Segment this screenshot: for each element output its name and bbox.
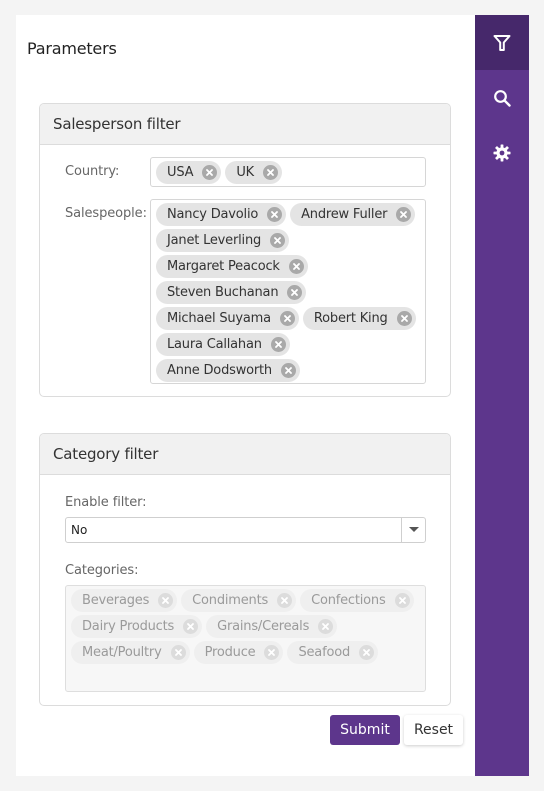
salesperson-filter-header: Salesperson filter (40, 104, 450, 145)
tag: Michael Suyama (156, 307, 299, 330)
categories-multiselect: Beverages Condiments Confections Dairy Prod… (65, 585, 426, 692)
tag: Margaret Peacock (156, 255, 308, 278)
tag-label: Laura Callahan (167, 337, 262, 352)
page-title: Parameters (27, 39, 117, 58)
tag-label: Margaret Peacock (167, 259, 280, 274)
reset-button[interactable]: Reset (404, 715, 463, 745)
remove-tag-icon (158, 593, 174, 608)
tag: Robert King (302, 307, 416, 330)
tag: Steven Buchanan (156, 281, 307, 304)
category-filter-header: Category filter (40, 434, 450, 475)
remove-tag-icon[interactable] (267, 207, 283, 222)
enable-filter-value: No (71, 523, 88, 537)
tag: USA (156, 161, 222, 184)
remove-tag-icon[interactable] (202, 165, 218, 180)
tag-label: Produce (204, 645, 256, 660)
enable-filter-dropdown[interactable]: No (65, 517, 426, 543)
tag-label: Nancy Davolio (167, 207, 259, 222)
remove-tag-icon (183, 619, 199, 634)
parameters-panel: Parameters Salesperson filter Country: U… (16, 15, 475, 776)
salespeople-label: Salespeople: (65, 206, 147, 221)
tag-label: Meat/Poultry (82, 645, 162, 660)
remove-tag-icon[interactable] (396, 311, 412, 326)
remove-tag-icon[interactable] (287, 285, 303, 300)
salespeople-multiselect[interactable]: Nancy Davolio Andrew Fuller Janet Leverlin… (150, 199, 426, 384)
sidebar (475, 15, 529, 776)
tag-label: Seafood (298, 645, 351, 660)
tag-label: Condiments (192, 593, 269, 608)
tag: Condiments (181, 589, 297, 612)
tag: Seafood (287, 641, 379, 664)
country-label: Country: (65, 164, 120, 179)
salesperson-filter-card: Salesperson filter Country: USA UK Salesp… (39, 103, 451, 397)
tag: Meat/Poultry (71, 641, 190, 664)
tag-label: Anne Dodsworth (167, 363, 272, 378)
remove-tag-icon (277, 593, 293, 608)
tag: UK (225, 161, 282, 184)
tag-label: Dairy Products (82, 619, 175, 634)
remove-tag-icon[interactable] (280, 363, 296, 378)
tag: Janet Leverling (156, 229, 290, 252)
tag: Andrew Fuller (290, 203, 416, 226)
enable-filter-label: Enable filter: (65, 495, 147, 510)
chevron-down-icon[interactable] (401, 518, 425, 542)
remove-tag-icon (264, 645, 280, 660)
remove-tag-icon (359, 645, 375, 660)
tag: Produce (193, 641, 284, 664)
filter-icon (493, 34, 511, 52)
country-multiselect[interactable]: USA UK (150, 157, 426, 187)
search-icon (493, 89, 511, 107)
categories-label: Categories: (65, 563, 139, 578)
tag-label: Grains/Cereals (217, 619, 310, 634)
tag-label: Beverages (82, 593, 150, 608)
remove-tag-icon (394, 593, 410, 608)
remove-tag-icon[interactable] (396, 207, 412, 222)
submit-button[interactable]: Submit (330, 715, 400, 745)
remove-tag-icon[interactable] (270, 337, 286, 352)
remove-tag-icon (170, 645, 186, 660)
tag-label: UK (236, 165, 254, 180)
gear-icon (493, 144, 511, 162)
remove-tag-icon[interactable] (262, 165, 278, 180)
category-filter-card: Category filter Enable filter: No Catego… (39, 433, 451, 706)
tag-label: USA (167, 165, 194, 180)
tag: Anne Dodsworth (156, 359, 300, 382)
remove-tag-icon[interactable] (288, 259, 304, 274)
remove-tag-icon[interactable] (270, 233, 286, 248)
tag-label: Steven Buchanan (167, 285, 279, 300)
remove-tag-icon (318, 619, 334, 634)
tag-label: Andrew Fuller (301, 207, 388, 222)
sidebar-item-filter[interactable] (475, 15, 529, 70)
tag: Confections (300, 589, 414, 612)
tag: Dairy Products (71, 615, 203, 638)
tag: Grains/Cereals (206, 615, 338, 638)
tag: Beverages (71, 589, 178, 612)
tag: Nancy Davolio (156, 203, 287, 226)
sidebar-item-search[interactable] (475, 70, 529, 125)
remove-tag-icon[interactable] (279, 311, 295, 326)
sidebar-item-settings[interactable] (475, 125, 529, 180)
tag-label: Janet Leverling (167, 233, 262, 248)
tag-label: Robert King (313, 311, 388, 326)
tag-label: Confections (311, 593, 386, 608)
tag-label: Michael Suyama (167, 311, 271, 326)
tag: Laura Callahan (156, 333, 290, 356)
